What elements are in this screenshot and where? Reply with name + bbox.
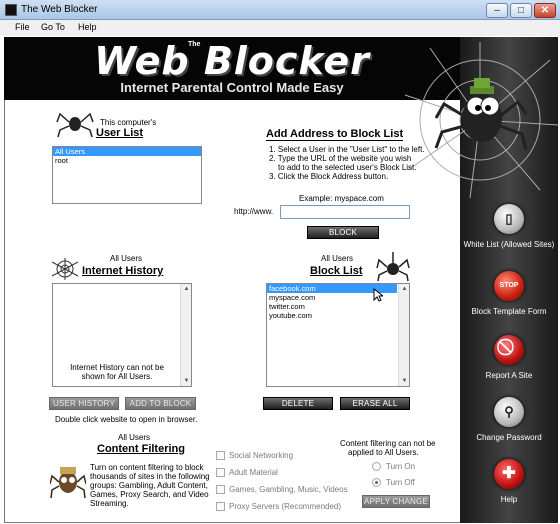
sidebar-item-help[interactable]: ✚ Help <box>460 459 558 509</box>
history-list-box[interactable]: ▲ ▼ Internet History can not be shown for… <box>52 283 192 387</box>
history-scrollbar[interactable]: ▲ ▼ <box>180 284 191 386</box>
no-symbol-icon: ⃠ <box>494 335 524 365</box>
history-title: Internet History <box>82 265 164 277</box>
instruction-step-3: 3. Click the Block Address button. <box>269 172 389 181</box>
window-title: The Web Blocker <box>21 4 98 15</box>
radio-turn-on[interactable] <box>372 462 381 471</box>
add-to-block-button[interactable]: ADD TO BLOCK <box>125 397 196 410</box>
tagline: Internet Parental Control Made Easy <box>120 80 344 95</box>
filtering-desc-2: thousands of sites in the following <box>90 472 210 481</box>
sidebar-item-change-password[interactable]: ⚲ Change Password <box>460 397 558 447</box>
block-list-item[interactable]: twitter.com <box>267 302 409 311</box>
url-input[interactable] <box>280 205 410 219</box>
instruction-step-2-cont: to add to the selected user's Block List… <box>278 163 417 172</box>
radio-turn-off[interactable] <box>372 478 381 487</box>
close-button[interactable]: ✕ <box>534 3 556 18</box>
menu-help[interactable]: Help <box>78 22 97 32</box>
checkbox-adult-material[interactable] <box>216 468 225 477</box>
example-text: Example: myspace.com <box>299 194 384 203</box>
filtering-desc-5: Streaming. <box>90 499 129 508</box>
history-hint: Double click website to open in browser. <box>55 415 198 424</box>
spider-icon <box>376 252 410 282</box>
block-list-box[interactable]: ▲ ▼ facebook.com myspace.com twitter.com … <box>266 283 410 387</box>
filtering-desc-1: Turn on content filtering to block <box>90 463 204 472</box>
checkbox-social-networking[interactable] <box>216 451 225 460</box>
category-label: Games, Gambling, Music, Videos <box>229 485 348 494</box>
category-label: Proxy Servers (Recommended) <box>229 502 342 511</box>
title-bar: The Web Blocker – □ ✕ <box>0 0 560 20</box>
user-history-button[interactable]: USER HISTORY <box>49 397 119 410</box>
banner: The Web Blocker Internet Parental Contro… <box>4 37 460 100</box>
mouse-cursor-icon <box>373 288 383 302</box>
history-message-1: Internet History can not be <box>70 363 164 372</box>
magnifier-icon: ⚲ <box>494 397 524 427</box>
filtering-title: Content Filtering <box>97 443 185 455</box>
radio-turn-on-label: Turn On <box>386 462 416 471</box>
spider-shield-icon <box>50 467 86 499</box>
delete-address-button[interactable]: DELETE ADDRESS <box>263 397 333 419</box>
block-list-item[interactable]: myspace.com <box>267 293 409 302</box>
block-address-button[interactable]: BLOCK ADDRESS <box>307 226 379 248</box>
sidebar-item-label: White List (Allowed Sites) <box>463 240 555 249</box>
spider-web-mascot-icon <box>404 42 559 199</box>
filtering-desc-3: groups: Gambling, Adult Content, <box>90 481 208 490</box>
apply-change-button[interactable]: APPLY CHANGE <box>362 495 430 508</box>
menu-bar: File Go To Help <box>0 20 560 36</box>
block-list-item[interactable]: youtube.com <box>267 311 409 320</box>
user-list-box[interactable]: All Users root <box>52 146 202 204</box>
checkbox-games-gambling[interactable] <box>216 485 225 494</box>
checkbox-proxy-servers[interactable] <box>216 502 225 511</box>
filtering-note-2: applied to All Users. <box>348 448 419 457</box>
web-icon <box>52 258 78 280</box>
menu-go-to[interactable]: Go To <box>41 22 65 32</box>
sidebar-item-label: Change Password <box>476 433 542 442</box>
url-prefix: http://www. <box>234 207 274 216</box>
help-cross-icon: ✚ <box>494 459 524 489</box>
filtering-desc-4: Games, Proxy Search, and Video <box>90 490 209 499</box>
block-list-scrollbar[interactable]: ▲ ▼ <box>398 284 409 386</box>
instruction-step-1: 1. Select a User in the "User List" to t… <box>269 145 425 154</box>
spider-icon <box>56 112 94 138</box>
menu-file[interactable]: File <box>15 22 30 32</box>
minimize-button[interactable]: – <box>486 3 508 18</box>
instruction-step-2: 2. Type the URL of the website you wish <box>269 154 412 163</box>
maximize-button[interactable]: □ <box>510 3 532 18</box>
user-list-caption: This computer's <box>100 118 157 127</box>
add-address-title: Add Address to Block List <box>266 128 404 141</box>
filtering-note-1: Content filtering can not be <box>340 439 436 448</box>
document-icon: ▯ <box>494 204 524 234</box>
stop-sign-icon: STOP <box>494 271 524 301</box>
radio-turn-off-label: Turn Off <box>386 478 415 487</box>
block-list-user: All Users <box>321 254 354 263</box>
history-user: All Users <box>110 254 143 263</box>
sidebar-item-label: Report A Site <box>485 371 533 380</box>
category-label: Social Networking <box>229 451 294 460</box>
app-icon <box>5 4 17 16</box>
user-list-item[interactable]: root <box>53 156 201 165</box>
logo-text: Web Blocker <box>94 39 370 83</box>
sidebar-item-report-site[interactable]: ⃠ Report A Site <box>460 335 558 385</box>
sidebar-item-label: Block Template Form <box>471 307 547 316</box>
category-label: Adult Material <box>229 468 278 477</box>
erase-all-button[interactable]: ERASE ALL <box>340 397 410 410</box>
history-message-2: shown for All Users. <box>81 372 153 381</box>
sidebar-item-label: Help <box>500 495 518 504</box>
sidebar-item-block-template[interactable]: STOP Block Template Form <box>460 271 558 321</box>
user-list-title: User List <box>96 127 144 139</box>
sidebar-item-white-list[interactable]: ▯ White List (Allowed Sites) <box>460 204 558 254</box>
block-list-title: Block List <box>310 265 363 277</box>
user-list-item[interactable]: All Users <box>53 147 201 156</box>
filtering-user: All Users <box>118 433 151 442</box>
